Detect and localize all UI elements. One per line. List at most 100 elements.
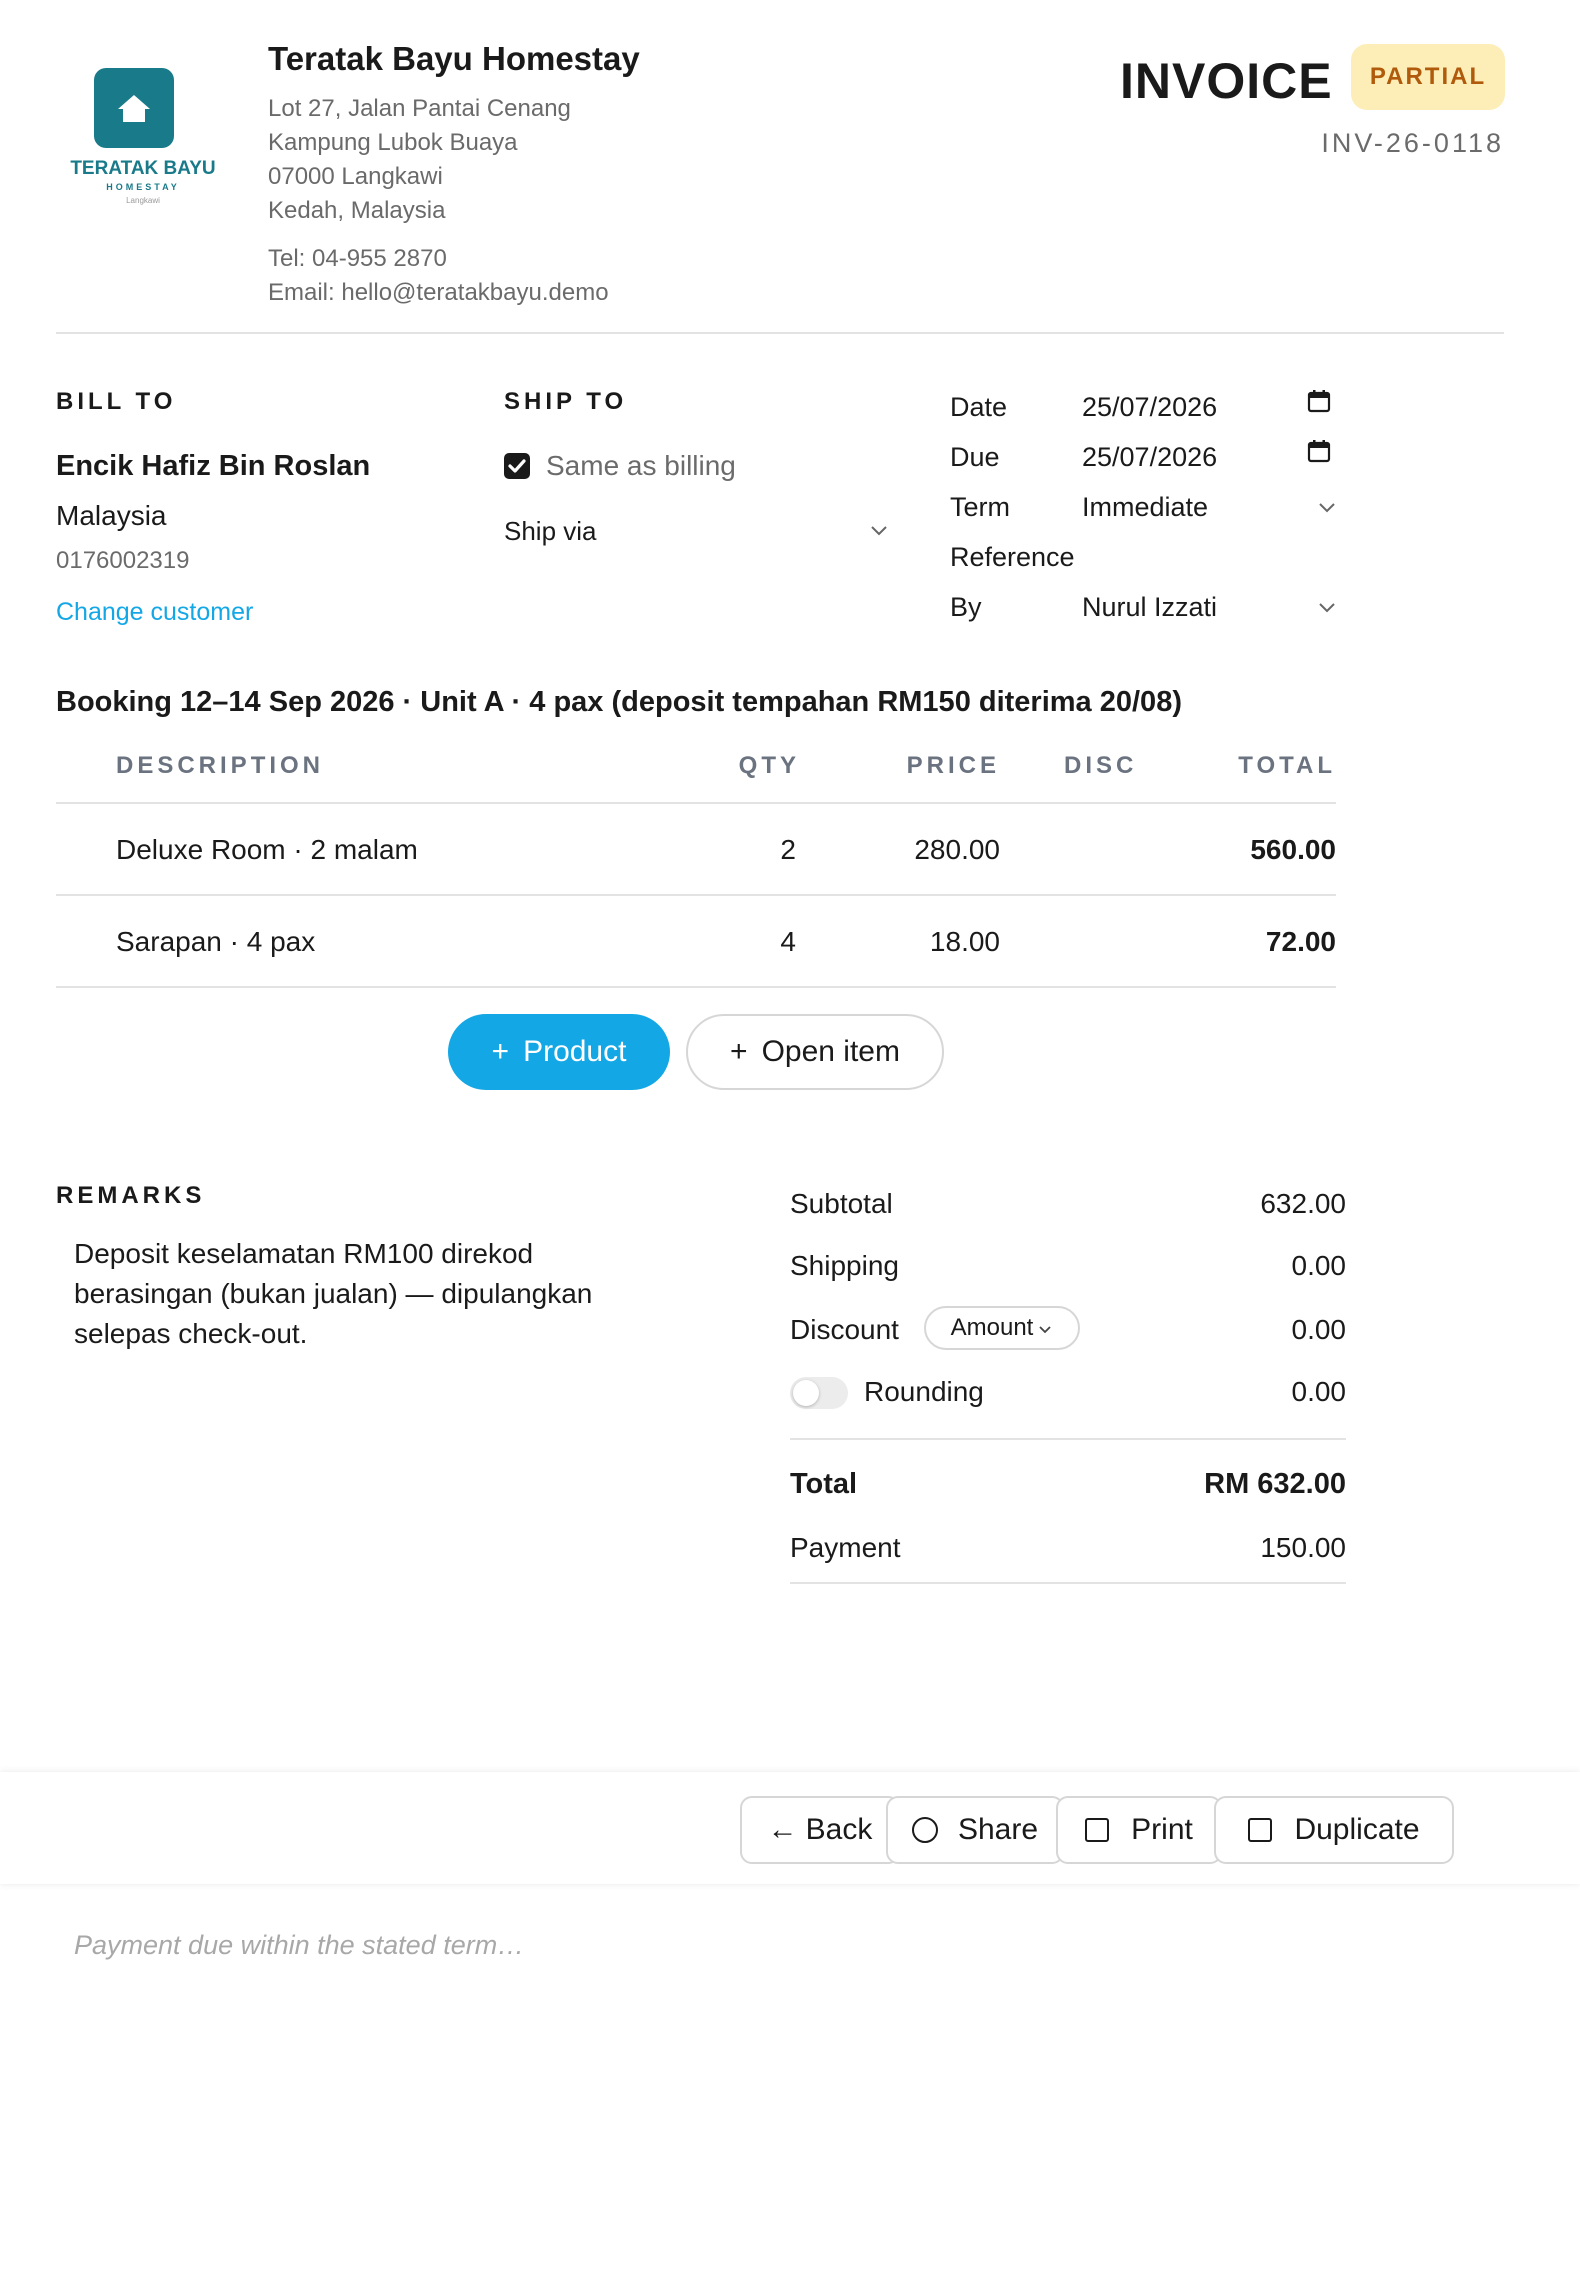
invoice-title: INVOICE: [1120, 53, 1333, 109]
row-total: 72.00: [1265, 926, 1336, 957]
by-select[interactable]: Nurul Izzati: [1082, 588, 1338, 628]
table-row[interactable]: Deluxe Room · 2 malam 2 280.00 560.00: [56, 804, 1336, 894]
discount-value[interactable]: 0.00: [1146, 1314, 1347, 1346]
customer-country: Malaysia: [56, 500, 167, 531]
row-description: Deluxe Room · 2 malam: [116, 834, 418, 865]
due-value[interactable]: 25/07/2026: [1082, 442, 1217, 473]
row-divider: [56, 986, 1336, 988]
due-label: Due: [950, 442, 1000, 472]
footer-placeholder: Payment due within the stated term…: [74, 1930, 525, 1960]
row-price: 280.00: [914, 834, 1000, 865]
ship-to-heading: SHIP TO: [504, 388, 628, 415]
add-product-label: Product: [523, 1035, 627, 1068]
print-button[interactable]: Print: [1056, 1796, 1222, 1864]
rounding-label: Rounding: [864, 1376, 984, 1407]
company-tel: Tel: 04-955 2870: [268, 245, 447, 272]
discount-type-value: Amount: [950, 1314, 1034, 1341]
plus-icon: +: [730, 1035, 748, 1068]
print-label: Print: [1131, 1813, 1193, 1846]
calendar-icon[interactable]: [1306, 388, 1332, 419]
rounding-toggle[interactable]: [790, 1377, 848, 1409]
share-label: Share: [957, 1813, 1039, 1846]
discount-label: Discount: [790, 1314, 899, 1345]
add-product-button[interactable]: + Product: [448, 1014, 670, 1090]
date-value[interactable]: 25/07/2026: [1082, 392, 1217, 423]
reference-label: Reference: [950, 542, 1075, 572]
th-total: TOTAL: [1238, 752, 1336, 779]
total-label: Total: [790, 1468, 858, 1500]
status-badge: PARTIAL: [1351, 44, 1505, 110]
invoice-number: INV-26-0118: [1321, 128, 1504, 158]
payment-value: 150.00: [1260, 1532, 1346, 1563]
payment-label: Payment: [790, 1532, 901, 1563]
by-label: By: [950, 592, 982, 622]
subtotal-label: Subtotal: [790, 1188, 893, 1219]
chevron-down-icon: [1316, 597, 1338, 619]
logo-name: TERATAK BAYU: [70, 158, 216, 179]
same-as-billing-label: Same as billing: [546, 450, 736, 481]
add-open-item-button[interactable]: + Open item: [686, 1014, 944, 1090]
header-divider: [56, 332, 1504, 334]
ship-via-label: Ship via: [504, 516, 597, 546]
th-qty: QTY: [738, 752, 800, 779]
same-as-billing-checkbox[interactable]: [504, 453, 530, 479]
back-button[interactable]: ← Back: [740, 1796, 900, 1864]
term-select[interactable]: Immediate: [1082, 488, 1338, 528]
address-line: Lot 27, Jalan Pantai Cenang: [268, 95, 571, 122]
logo-city: Langkawi: [126, 196, 160, 205]
share-button[interactable]: Share: [886, 1796, 1064, 1864]
payment-divider: [790, 1582, 1346, 1584]
row-price: 18.00: [929, 926, 1000, 957]
change-customer-link[interactable]: Change customer: [56, 598, 253, 627]
footer-note-input[interactable]: Payment due within the stated term…: [74, 1930, 1504, 2170]
arrow-left-icon: ←: [767, 1813, 798, 1846]
add-open-item-label: Open item: [761, 1035, 900, 1068]
home-icon: [94, 68, 174, 148]
remarks-line: berasingan (bukan jualan) — dipulangkan: [74, 1278, 593, 1309]
toggle-knob: [793, 1380, 819, 1406]
plus-icon: +: [491, 1035, 510, 1068]
subtotal-value: 632.00: [1260, 1188, 1346, 1219]
address-line: Kampung Lubok Buaya: [268, 129, 518, 156]
chevron-down-icon: [1316, 497, 1338, 519]
th-description: DESCRIPTION: [116, 752, 325, 779]
chevron-down-icon: [1037, 1322, 1053, 1338]
table-row[interactable]: Sarapan · 4 pax 4 18.00 72.00: [56, 896, 1336, 986]
ship-via-select[interactable]: Ship via: [504, 512, 890, 552]
term-label: Term: [950, 492, 1010, 522]
reference-input[interactable]: [1082, 538, 1338, 578]
row-qty: 2: [780, 834, 796, 865]
term-value: Immediate: [1082, 492, 1209, 522]
share-icon: [911, 1817, 938, 1843]
print-icon: [1085, 1818, 1110, 1842]
calendar-icon[interactable]: [1306, 438, 1332, 469]
shipping-value[interactable]: 0.00: [1146, 1250, 1347, 1282]
duplicate-button[interactable]: Duplicate: [1214, 1796, 1454, 1864]
back-label: Back: [805, 1813, 873, 1846]
address-line: Kedah, Malaysia: [268, 197, 446, 224]
row-description: Sarapan · 4 pax: [116, 926, 316, 957]
customer-name: Encik Hafiz Bin Roslan: [56, 450, 371, 482]
company-email: Email: hello@teratakbayu.demo: [268, 279, 609, 306]
bill-to-heading: BILL TO: [56, 388, 177, 415]
date-label: Date: [950, 392, 1008, 422]
company-name: Teratak Bayu Homestay: [268, 40, 640, 77]
customer-phone: 0176002319: [56, 547, 190, 574]
discount-type-select[interactable]: Amount: [924, 1306, 1080, 1350]
th-price: PRICE: [906, 752, 1000, 779]
duplicate-icon: [1248, 1818, 1273, 1842]
by-value: Nurul Izzati: [1082, 592, 1218, 622]
duplicate-label: Duplicate: [1294, 1813, 1420, 1846]
th-disc: DISC: [1064, 752, 1138, 779]
shipping-label: Shipping: [790, 1250, 899, 1281]
remarks-line: Deposit keselamatan RM100 direkod: [74, 1238, 534, 1269]
company-address: Lot 27, Jalan Pantai Cenang Kampung Lubo…: [268, 92, 571, 228]
company-contact: Tel: 04-955 2870 Email: hello@teratakbay…: [268, 242, 609, 310]
remarks-line: selepas check-out.: [74, 1318, 308, 1349]
remarks-textarea[interactable]: Deposit keselamatan RM100 direkod berasi…: [74, 1234, 714, 1354]
row-qty: 4: [780, 926, 796, 957]
chevron-down-icon: [868, 520, 890, 542]
remarks-heading: REMARKS: [56, 1182, 206, 1209]
rounding-value: 0.00: [1291, 1376, 1347, 1407]
address-line: 07000 Langkawi: [268, 163, 443, 190]
